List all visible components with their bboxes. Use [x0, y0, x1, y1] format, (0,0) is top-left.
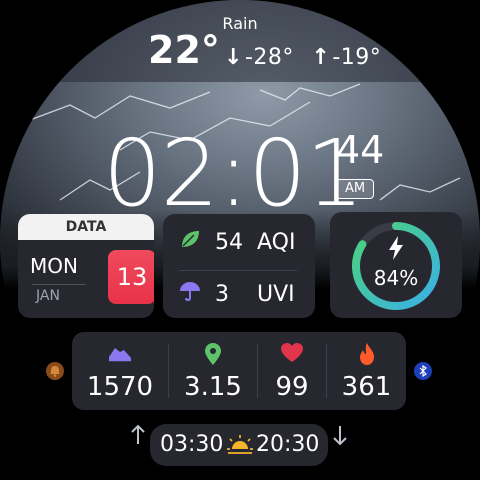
leaf-icon: [179, 228, 201, 256]
aqi-row: 54 AQI: [179, 228, 295, 256]
low-temperature: -28°: [244, 45, 294, 70]
steps-value: 1570: [86, 372, 154, 402]
heart-icon: [280, 342, 304, 368]
high-temperature: -19°: [332, 45, 382, 70]
sunrise-time: 03:30: [160, 432, 224, 457]
arrow-up-icon: ↑: [311, 45, 331, 70]
clock-time: 02:01: [103, 120, 364, 227]
uvi-row: 3 UVI: [179, 280, 295, 308]
bolt-icon: [388, 236, 404, 264]
aqi-value: 54: [215, 229, 243, 255]
steps-stat: 1570: [72, 332, 168, 410]
heart-rate-stat: 99: [258, 332, 326, 410]
calories-value: 361: [341, 372, 392, 402]
uvi-label: UVI: [257, 281, 295, 307]
month: JAN: [36, 288, 60, 304]
location-pin-icon: [203, 342, 223, 370]
sunrise-icon: [226, 434, 254, 460]
weather-condition: Rain: [222, 14, 258, 33]
arrow-down-icon: [332, 424, 348, 450]
arrow-down-icon: ↓: [224, 45, 243, 70]
sun-times-card[interactable]: 03:30 20:30: [150, 424, 328, 466]
current-temperature: 22°: [148, 28, 220, 72]
weekday: MON: [30, 254, 78, 278]
day-of-month: 13: [108, 250, 154, 304]
ampm-indicator: AM: [336, 179, 374, 199]
battery-percent: 84%: [373, 266, 419, 290]
heart-rate-value: 99: [275, 372, 309, 402]
bell-icon[interactable]: [46, 362, 64, 380]
air-quality-card[interactable]: 54 AQI 3 UVI: [163, 214, 315, 318]
battery-card[interactable]: 84%: [330, 212, 462, 318]
shoe-icon: [106, 342, 134, 370]
date-divider: [32, 284, 86, 285]
sunset-time: 20:30: [256, 432, 320, 457]
watch-face: Rain 22° ↓-28° ↑-19° 02:01 44 AM DATA MO…: [0, 0, 480, 480]
activity-stats-card[interactable]: 1570 3.15 99 361: [72, 332, 406, 410]
uvi-value: 3: [215, 281, 229, 307]
clock-seconds: 44: [336, 128, 385, 172]
calories-stat: 361: [327, 332, 406, 410]
aqi-label: AQI: [257, 229, 296, 255]
date-card[interactable]: DATA MON JAN 13: [18, 214, 154, 318]
battery-ring: [352, 222, 440, 310]
date-card-title: DATA: [18, 214, 154, 240]
air-divider: [179, 270, 297, 271]
flame-icon: [357, 342, 377, 370]
distance-stat: 3.15: [169, 332, 257, 410]
temperature-range: ↓-28° ↑-19°: [224, 45, 381, 70]
umbrella-icon: [179, 280, 201, 308]
bluetooth-icon[interactable]: [414, 362, 432, 380]
arrow-up-icon: [130, 424, 146, 450]
weather-bar[interactable]: Rain 22° ↓-28° ↑-19°: [0, 0, 480, 82]
distance-value: 3.15: [184, 372, 242, 402]
